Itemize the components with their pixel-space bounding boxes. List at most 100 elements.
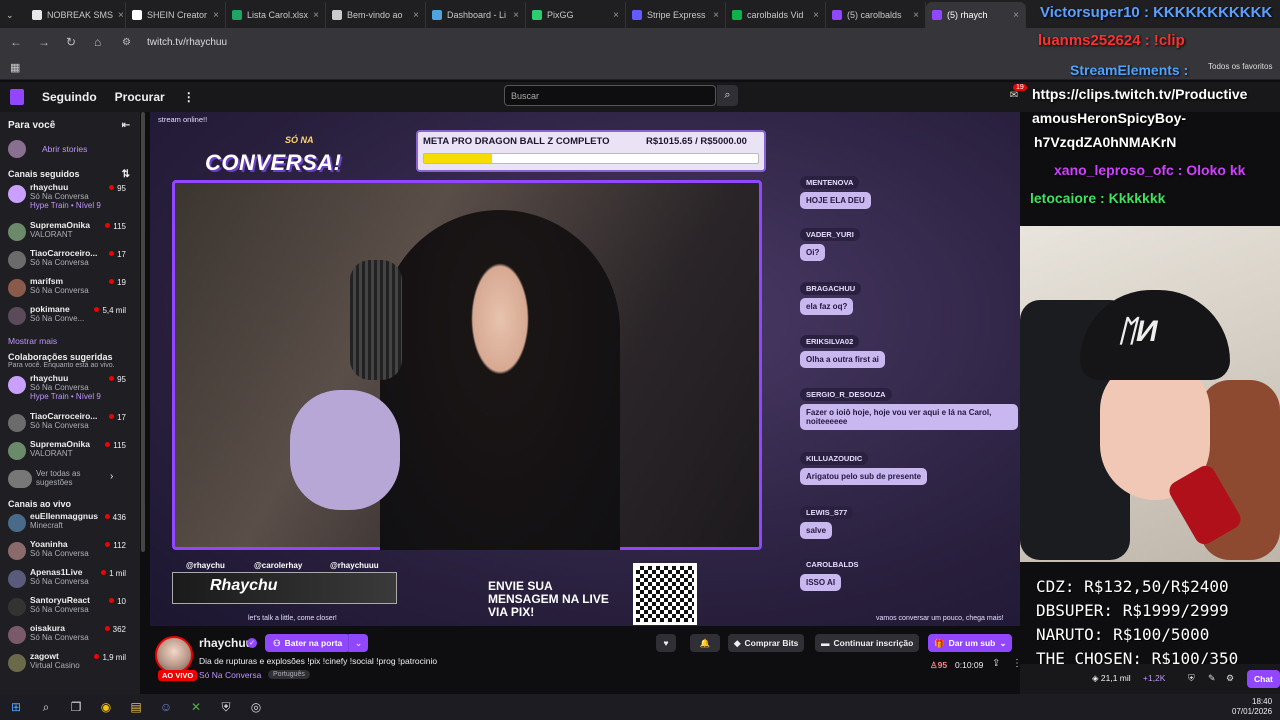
browser-tab[interactable]: SHEIN Creator × (126, 2, 226, 28)
viewer-count: 19 (109, 278, 126, 287)
stories-avatar[interactable] (8, 140, 26, 158)
open-stories-link[interactable]: Abrir stories (42, 144, 87, 154)
gift-sub-button[interactable]: 🎁 Dar um sub ⌄ (928, 634, 1013, 652)
system-clock: 18:40 07/01/2026 (1232, 697, 1272, 717)
browser-tab[interactable]: NOBREAK SMS × (26, 2, 126, 28)
close-tab-icon[interactable]: × (513, 10, 519, 21)
site-info-icon[interactable]: ⚙ (122, 37, 131, 48)
notification-bell-icon[interactable]: 🔔 (690, 634, 720, 652)
search-icon[interactable]: ⌕ (38, 699, 54, 715)
pencil-icon[interactable]: ✎ (1208, 673, 1216, 684)
points-bonus[interactable]: +1,2K (1143, 673, 1165, 683)
chrome-icon[interactable]: ◉ (98, 699, 114, 715)
streamer-banner (172, 572, 397, 604)
sidebar-channel-item[interactable]: euEllenmaggnus Minecraft 436 (8, 511, 140, 537)
overlay-chat-text: salve (800, 522, 833, 539)
sort-icon[interactable]: ⇅ (122, 169, 130, 180)
tab-title: PixGG (547, 10, 574, 20)
overlay-chat-message: MENTENOVA HOJE ELA DEU (800, 176, 871, 209)
goal-label: META PRO DRAGON BALL Z COMPLETO (423, 136, 610, 147)
streamer-figure (380, 210, 620, 550)
sidebar-scrollbar[interactable] (141, 112, 145, 552)
share-icon[interactable]: ⇪ (992, 658, 1000, 669)
more-menu-icon[interactable]: ⋮ (183, 90, 195, 104)
close-tab-icon[interactable]: × (213, 10, 219, 21)
search-input[interactable]: Buscar (504, 85, 716, 106)
url-field[interactable]: twitch.tv/rhaychuu (147, 37, 227, 48)
streamer-avatar[interactable] (155, 636, 193, 674)
sidebar-channel-item[interactable]: oisakura Só Na Conversa 362 (8, 623, 140, 649)
channel-category: Virtual Casino (30, 661, 80, 670)
close-tab-icon[interactable]: × (713, 10, 719, 21)
discord-icon[interactable]: ☺ (158, 699, 174, 715)
nav-browse[interactable]: Procurar (115, 90, 165, 104)
tab-favicon-icon (632, 10, 642, 20)
shield-icon[interactable]: ⛨ (1188, 673, 1195, 684)
suggested-collabs-heading: Colaborações sugeridas (8, 352, 113, 362)
close-tab-icon[interactable]: × (613, 10, 619, 21)
chevron-down-icon[interactable]: ⌄ (348, 634, 368, 652)
windows-start-icon[interactable]: ⊞ (8, 699, 24, 715)
close-tab-icon[interactable]: × (413, 10, 419, 21)
settings-gear-icon[interactable]: ⚙ (1226, 673, 1234, 684)
streamer-name[interactable]: rhaychuu (199, 636, 253, 650)
chat-send-button[interactable]: Chat (1247, 670, 1280, 688)
browser-tab[interactable]: PixGG × (526, 2, 626, 28)
sidebar-channel-item[interactable]: rhaychuu Só Na Conversa Hype Train • Nível… (8, 373, 140, 409)
category-link[interactable]: Só Na Conversa (199, 670, 261, 680)
apps-icon[interactable]: ▦ (10, 61, 20, 74)
browser-tab[interactable]: Bem-vindo ao × (326, 2, 426, 28)
close-tab-icon[interactable]: × (1013, 10, 1019, 21)
viewer-count: 1,9 mil (94, 653, 126, 662)
overlay-chat-message: BRAGACHUU ela faz oq? (800, 282, 862, 315)
task-view-icon[interactable]: ❐ (68, 699, 84, 715)
sidebar-channel-item[interactable]: TiaoCarroceiro... Só Na Conversa 17 (8, 411, 140, 437)
nav-following[interactable]: Seguindo (42, 90, 97, 104)
collapse-sidebar-icon[interactable]: ⇤ (122, 120, 130, 131)
sidebar-channel-item[interactable]: marifsm Só Na Conversa 19 (8, 276, 140, 302)
close-tab-icon[interactable]: × (118, 10, 124, 21)
continue-sub-label: Continuar inscrição (833, 638, 914, 648)
reload-icon[interactable]: ↻ (66, 35, 84, 49)
sidebar-channel-item[interactable]: SupremaOnika VALORANT 115 (8, 439, 140, 465)
close-tab-icon[interactable]: × (813, 10, 819, 21)
close-tab-icon[interactable]: × (913, 10, 919, 21)
sidebar-channel-item[interactable]: Yoaninha Só Na Conversa 112 (8, 539, 140, 565)
twitch-logo-icon[interactable] (10, 89, 24, 105)
sidebar-channel-item[interactable]: SupremaOnika VALORANT 115 (8, 220, 140, 246)
xbox-icon[interactable]: ✕ (188, 699, 204, 715)
browser-tab[interactable]: Dashboard - Li × (426, 2, 526, 28)
channel-avatar (8, 307, 26, 325)
back-icon[interactable]: ← (10, 35, 28, 49)
sidebar-channel-item[interactable]: SantoryuReact Só Na Conversa 10 (8, 595, 140, 621)
home-icon[interactable]: ⌂ (94, 35, 112, 49)
obs-icon[interactable]: ◎ (248, 699, 264, 715)
search-icon[interactable]: ⌕ (717, 85, 738, 106)
buy-bits-button[interactable]: ◆ Comprar Bits (728, 634, 805, 652)
viewer-count: ♙95 (930, 660, 947, 671)
channel-points[interactable]: ◈ 21,1 mil (1092, 673, 1131, 684)
browser-tab[interactable]: Lista Carol.xlsx × (226, 2, 326, 28)
browser-tab[interactable]: carolbalds Vid × (726, 2, 826, 28)
sidebar-channel-item[interactable]: Apenas1Live Só Na Conversa 1 mil (8, 567, 140, 593)
follow-heart-icon[interactable]: ♥ (656, 634, 676, 652)
sidebar-channel-item[interactable]: pokimane Só Na Conve... 5,4 mil (8, 304, 140, 330)
browser-tab[interactable]: (5) carolbalds × (826, 2, 926, 28)
see-all-suggestions[interactable]: Ver todas as sugestões › (8, 467, 140, 491)
browser-tab[interactable]: Stripe Express × (626, 2, 726, 28)
channel-category: Só Na Conversa (30, 605, 89, 614)
close-tab-icon[interactable]: × (313, 10, 319, 21)
sidebar-channel-item[interactable]: rhaychuu Só Na Conversa Hype Train • Nível… (8, 182, 140, 218)
security-icon[interactable]: ⛨ (218, 699, 234, 715)
browser-tab[interactable]: (5) rhaych × (926, 2, 1026, 28)
show-more-link[interactable]: Mostrar mais (8, 336, 140, 346)
language-tag[interactable]: Português (268, 670, 310, 679)
tab-list-button[interactable]: ⌄ (6, 2, 26, 28)
continue-sub-button[interactable]: ▬ Continuar inscrição (815, 634, 920, 652)
file-explorer-icon[interactable]: ▤ (128, 699, 144, 715)
sidebar-channel-item[interactable]: TiaoCarroceiro... Só Na Conversa 17 (8, 248, 140, 274)
forward-icon[interactable]: → (38, 35, 56, 49)
knock-label: Bater na porta (284, 638, 343, 648)
knock-button[interactable]: ⚇ Bater na porta (265, 634, 351, 652)
sidebar-channel-item[interactable]: zagowt Virtual Casino 1,9 mil (8, 651, 140, 677)
